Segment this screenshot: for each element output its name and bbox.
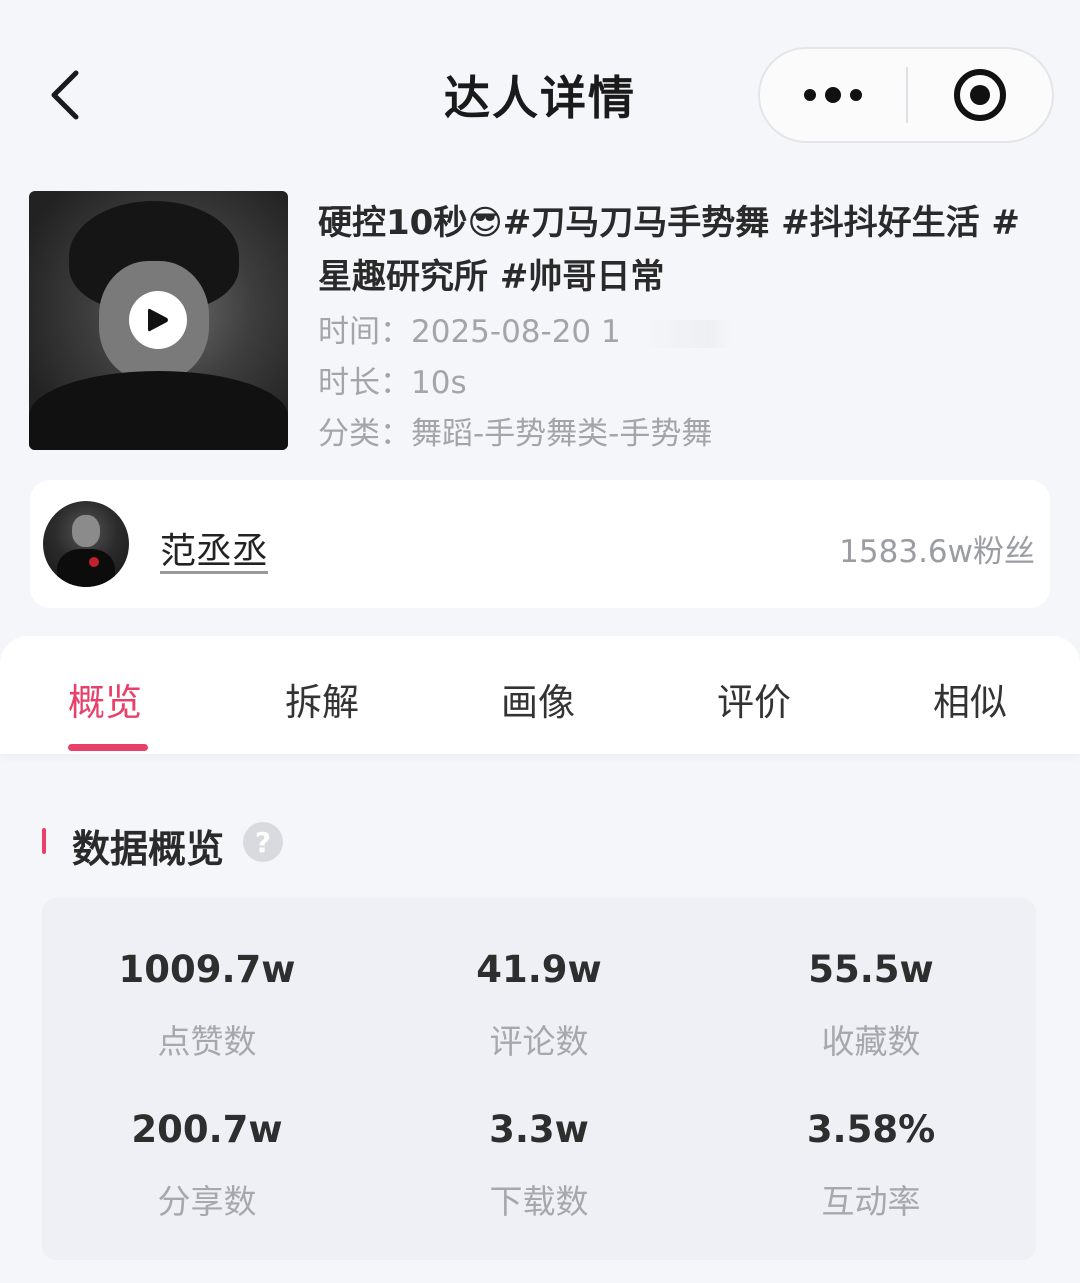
video-category: 分类：舞蹈-手势舞类-手势舞	[318, 408, 712, 453]
stat-engagement-rate: 3.58% 互动率	[706, 1108, 1036, 1223]
stat-label: 分享数	[157, 1182, 257, 1221]
category-value: 舞蹈-手势舞类-手势舞	[411, 416, 713, 452]
section-title: 数据概览	[72, 827, 225, 871]
stat-favorites: 55.5w 收藏数	[706, 948, 1036, 1063]
tab-profile[interactable]: 画像	[501, 672, 575, 726]
time-label: 时间：	[318, 314, 411, 350]
tab-similar[interactable]: 相似	[933, 672, 1007, 726]
target-close-icon	[954, 69, 1006, 121]
stat-label: 互动率	[821, 1182, 921, 1221]
author-name[interactable]: 范丞丞	[160, 522, 268, 574]
mini-program-capsule	[758, 47, 1054, 143]
close-button[interactable]	[908, 49, 1052, 141]
stat-value: 41.9w	[476, 948, 602, 991]
stat-comments: 41.9w 评论数	[374, 948, 704, 1063]
stat-label: 收藏数	[821, 1022, 921, 1061]
question-icon[interactable]: ?	[243, 822, 283, 862]
author-card[interactable]: 范丞丞 1583.6w粉丝	[30, 480, 1050, 608]
time-value: 2025-08-20 1	[411, 314, 621, 350]
fans-count: 1583.6w粉丝	[839, 534, 1035, 570]
stat-shares: 200.7w 分享数	[42, 1108, 372, 1223]
avatar[interactable]	[43, 501, 129, 587]
video-duration: 时长：10s	[318, 357, 467, 402]
tab-bar: 概览 拆解 画像 评价 相似	[0, 636, 1080, 754]
tab-breakdown[interactable]: 拆解	[285, 672, 359, 726]
stat-value: 200.7w	[131, 1108, 283, 1151]
video-title: 硬控10秒😎#刀马刀马手势舞 #抖抖好生活 #星趣研究所 #帅哥日常	[318, 203, 1020, 297]
play-button[interactable]	[129, 291, 187, 349]
more-button[interactable]	[760, 49, 906, 141]
stat-downloads: 3.3w 下载数	[374, 1108, 704, 1223]
stat-label: 点赞数	[157, 1022, 257, 1061]
play-icon	[148, 308, 168, 332]
active-tab-indicator	[68, 744, 148, 751]
tab-overview[interactable]: 概览	[68, 672, 142, 726]
more-dots-icon	[804, 87, 862, 103]
section-accent-bar	[42, 828, 46, 854]
top-nav-bar: 达人详情	[0, 0, 1080, 180]
redacted-time-mask	[620, 319, 731, 348]
stat-likes: 1009.7w 点赞数	[42, 948, 372, 1063]
stats-card: 1009.7w 点赞数 41.9w 评论数 55.5w 收藏数 200.7w 分…	[42, 898, 1036, 1260]
tab-reviews[interactable]: 评价	[717, 672, 791, 726]
publish-time: 时间：2025-08-20 1	[318, 306, 731, 351]
stat-value: 3.3w	[489, 1108, 589, 1151]
video-thumbnail[interactable]	[29, 191, 288, 450]
stat-value: 55.5w	[808, 948, 934, 991]
stat-value: 1009.7w	[118, 948, 296, 991]
duration-value: 10s	[411, 365, 467, 401]
stat-label: 下载数	[489, 1182, 589, 1221]
category-label: 分类：	[318, 416, 411, 452]
duration-label: 时长：	[318, 365, 411, 401]
stat-label: 评论数	[489, 1022, 589, 1061]
stat-value: 3.58%	[806, 1108, 936, 1151]
